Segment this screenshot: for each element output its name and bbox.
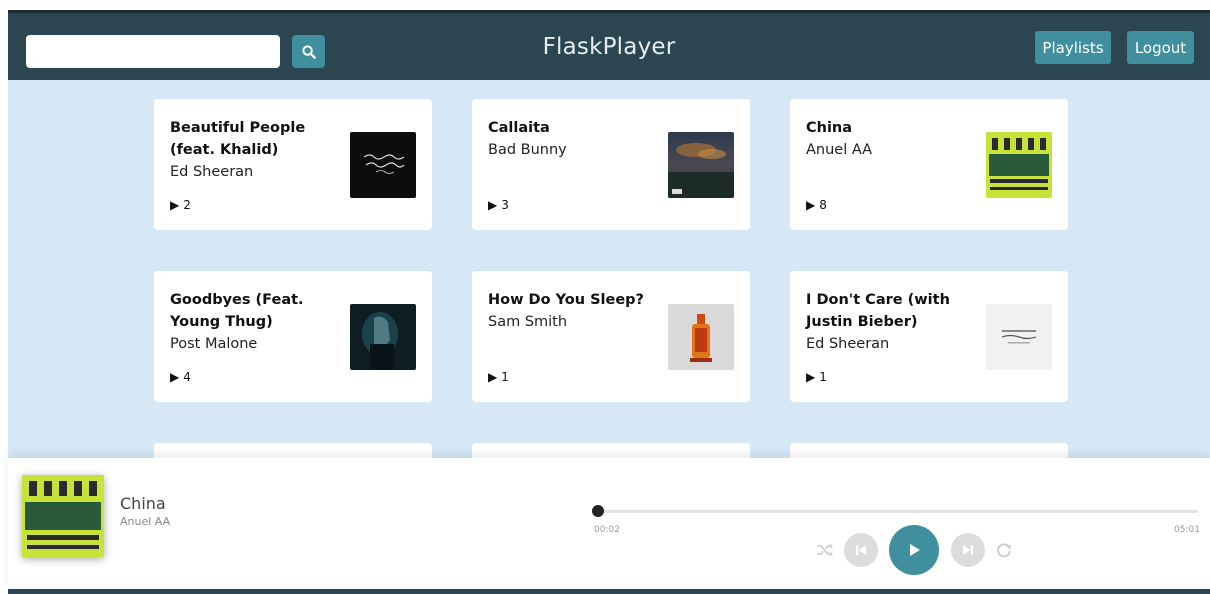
play-triangle-icon: ▶ [170, 370, 180, 384]
shuffle-button[interactable] [814, 539, 836, 561]
play-count: ▶ 4 [170, 370, 191, 384]
callaita-cover [668, 132, 734, 198]
play-count: ▶ 8 [806, 198, 827, 212]
song-card[interactable]: Callaita Bad Bunny ▶ 3 [472, 99, 750, 230]
song-card[interactable]: Beautiful People (feat. Khalid) Ed Sheer… [154, 99, 432, 230]
repeat-icon [997, 543, 1011, 558]
song-title: How Do You Sleep? Sam Smith [488, 289, 666, 333]
play-triangle-icon: ▶ [488, 370, 498, 384]
progress-bar[interactable] [592, 505, 1198, 517]
china-cover [986, 132, 1052, 198]
audio-player: China Anuel AA 00:02 05:01 [8, 458, 1210, 589]
play-count: ▶ 3 [488, 198, 509, 212]
play-count: ▶ 2 [170, 198, 191, 212]
song-card[interactable]: China Anuel AA ▶ 8 [790, 99, 1068, 230]
song-artist: Bad Bunny [488, 142, 567, 158]
next-icon [963, 545, 973, 555]
shuffle-icon [817, 543, 833, 557]
window-top-strip [0, 0, 1210, 10]
duration: 05:01 [1174, 525, 1200, 535]
song-title: Goodbyes (Feat. Young Thug) Post Malone [170, 289, 348, 355]
song-title: I Don't Care (with Justin Bieber) Ed She… [806, 289, 984, 355]
repeat-button[interactable] [993, 539, 1015, 561]
now-playing-cover [22, 475, 104, 557]
play-count: ▶ 1 [488, 370, 509, 384]
search-button[interactable] [292, 35, 325, 68]
song-card[interactable]: Goodbyes (Feat. Young Thug) Post Malone … [154, 271, 432, 402]
now-playing-artist: Anuel AA [120, 515, 171, 528]
previous-icon [856, 545, 866, 555]
song-title: Beautiful People (feat. Khalid) Ed Sheer… [170, 117, 348, 183]
now-playing-title: China [120, 494, 166, 513]
play-triangle-icon: ▶ [806, 370, 816, 384]
search-input[interactable] [26, 35, 280, 68]
play-button[interactable] [889, 525, 939, 575]
song-artist: Ed Sheeran [806, 336, 890, 352]
footer-strip [8, 589, 1210, 594]
i-dont-care-cover [986, 304, 1052, 370]
next-button[interactable] [951, 533, 985, 567]
search-icon [301, 44, 316, 59]
song-artist: Sam Smith [488, 314, 568, 330]
song-artist: Ed Sheeran [170, 164, 254, 180]
how-do-you-sleep-cover [668, 304, 734, 370]
song-card[interactable] [790, 443, 1068, 458]
song-title: China Anuel AA [806, 117, 984, 161]
play-triangle-icon: ▶ [488, 198, 498, 212]
song-title: Callaita Bad Bunny [488, 117, 666, 161]
playlists-button[interactable]: Playlists [1035, 31, 1111, 64]
current-time: 00:02 [594, 525, 620, 535]
logout-button[interactable]: Logout [1127, 31, 1194, 64]
song-card[interactable]: I Don't Care (with Justin Bieber) Ed She… [790, 271, 1068, 402]
song-card[interactable]: How Do You Sleep? Sam Smith ▶ 1 [472, 271, 750, 402]
play-count: ▶ 1 [806, 370, 827, 384]
song-card[interactable] [472, 443, 750, 458]
navbar: FlaskPlayer Playlists Logout [8, 10, 1210, 80]
play-triangle-icon: ▶ [170, 198, 180, 212]
goodbyes-cover [350, 304, 416, 370]
song-artist: Anuel AA [806, 142, 873, 158]
previous-button[interactable] [844, 533, 878, 567]
song-grid: Beautiful People (feat. Khalid) Ed Sheer… [8, 80, 1210, 458]
song-artist: Post Malone [170, 336, 258, 352]
play-triangle-icon: ▶ [806, 198, 816, 212]
play-icon [910, 544, 920, 556]
beautiful-people-cover [350, 132, 416, 198]
song-card[interactable] [154, 443, 432, 458]
progress-thumb[interactable] [592, 505, 605, 517]
